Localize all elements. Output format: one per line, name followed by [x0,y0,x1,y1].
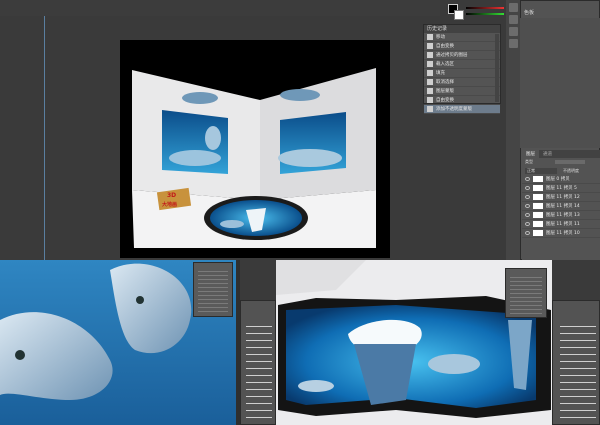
history-item-label: 填充 [436,71,445,76]
history-item[interactable]: 移动 [424,33,500,42]
mini-layers-lines [246,320,272,420]
history-item-label: 自由变换 [436,44,454,49]
eye-icon[interactable] [525,186,530,190]
opacity-label: 不透明度 [563,167,579,173]
history-item[interactable]: 图层蒙版 [424,87,500,96]
kind-filter[interactable]: 类型 [522,159,555,165]
sign-text-3d: 3D [167,192,176,199]
red-slider[interactable] [466,7,504,9]
history-state-icon [427,34,433,40]
history-state-icon [427,97,433,103]
layer-row[interactable]: 图层 11 拷贝 13 [522,211,600,220]
layer-name: 图层 0 拷贝 [546,177,570,182]
eye-icon[interactable] [525,177,530,181]
layer-thumbnail [533,194,543,200]
background-color-swatch[interactable] [454,10,464,20]
history-scrollbar[interactable] [495,34,499,102]
history-state-icon [427,88,433,94]
layer-row[interactable]: 图层 11 拷贝 12 [522,193,600,202]
layer-thumbnail [533,230,543,236]
history-panel[interactable]: 历史记录 移动 自由变换 通过拷贝的图层 载入选区 填充 取消选择 图层蒙版 自由变换 添加不透… [423,24,501,114]
sign-text-title: 大地画 [162,201,177,208]
swatches-panel-icon[interactable] [508,15,518,24]
history-state-icon [427,61,433,67]
history-item[interactable]: 添加不透明度蒙版 [424,105,500,114]
history-state-icon [427,106,433,112]
history-item-label: 自由变换 [436,98,454,103]
poster-artwork: 3D 大地画 [132,68,376,248]
history-state-icon [427,79,433,85]
history-item-label: 通过拷贝的图层 [436,53,468,58]
history-list: 移动 自由变换 通过拷贝的图层 载入选区 填充 取消选择 图层蒙版 自由变换 添加不透明度蒙版 [424,33,500,114]
history-item-label: 取消选择 [436,80,454,85]
history-item[interactable]: 取消选择 [424,78,500,87]
eye-icon[interactable] [525,213,530,217]
history-item-label: 图层蒙版 [436,89,454,94]
layer-thumbnail [533,185,543,191]
layer-name: 图层 11 拷贝 11 [546,222,580,227]
eye-icon[interactable] [525,231,530,235]
history-item[interactable]: 载入选区 [424,60,500,69]
adjustments-area [520,18,600,148]
layer-name: 图层 11 拷贝 10 [546,231,580,236]
history-state-icon [427,70,433,76]
guide-line [44,0,45,260]
color-panel-icon[interactable] [508,3,518,12]
layer-row[interactable]: 图层 11 拷贝 11 [522,220,600,229]
tab-channels[interactable]: 通道 [539,150,556,158]
layer-row[interactable]: 图层 11 拷贝 5 [522,184,600,193]
eye-icon[interactable] [525,195,530,199]
styles-panel-icon[interactable] [508,39,518,48]
layers-panel[interactable]: 图层 通道 类型 正常 不透明度 图层 0 拷贝图层 11 拷贝 5 图层 11 … [522,150,600,260]
mini-history-lines [198,268,228,312]
layer-name: 图层 11 拷贝 12 [546,195,580,200]
top-options-bar [0,0,440,16]
history-item[interactable]: 填充 [424,69,500,78]
history-item[interactable]: 通过拷贝的图层 [424,51,500,60]
history-state-icon [427,52,433,58]
adjustments-tab[interactable]: 色板 [524,9,534,16]
history-item-label: 添加不透明度蒙版 [436,107,472,112]
layer-thumbnail [533,203,543,209]
layer-row[interactable]: 图层 11 拷贝 10 [522,229,600,238]
blend-mode-select[interactable]: 正常 [525,167,557,174]
layer-name: 图层 11 拷贝 14 [546,204,580,209]
filter-icons [555,160,585,164]
mini-history-lines-2 [510,274,542,314]
tab-layers[interactable]: 图层 [522,150,539,158]
panel-icon-strip [506,0,520,260]
history-state-icon [427,43,433,49]
history-item[interactable]: 自由变换 [424,96,500,105]
layer-row[interactable]: 图层 11 拷贝 14 [522,202,600,211]
eye-icon[interactable] [525,204,530,208]
history-panel-title: 历史记录 [424,25,500,33]
layer-name: 图层 11 拷贝 13 [546,213,580,218]
history-item-label: 载入选区 [436,62,454,67]
history-item[interactable]: 自由变换 [424,42,500,51]
layer-name: 图层 11 拷贝 5 [546,186,577,191]
layer-thumbnail [533,176,543,182]
layers-list: 图层 0 拷贝图层 11 拷贝 5 图层 11 拷贝 12 图层 11 拷贝 14 图… [522,175,600,238]
adjustments-panel-icon[interactable] [508,27,518,36]
layer-thumbnail [533,212,543,218]
layer-row[interactable]: 图层 0 拷贝 [522,175,600,184]
green-slider[interactable] [466,13,504,15]
history-item-label: 移动 [436,35,445,40]
mini-layers-lines-2 [560,320,596,420]
eye-icon[interactable] [525,222,530,226]
layer-thumbnail [533,221,543,227]
